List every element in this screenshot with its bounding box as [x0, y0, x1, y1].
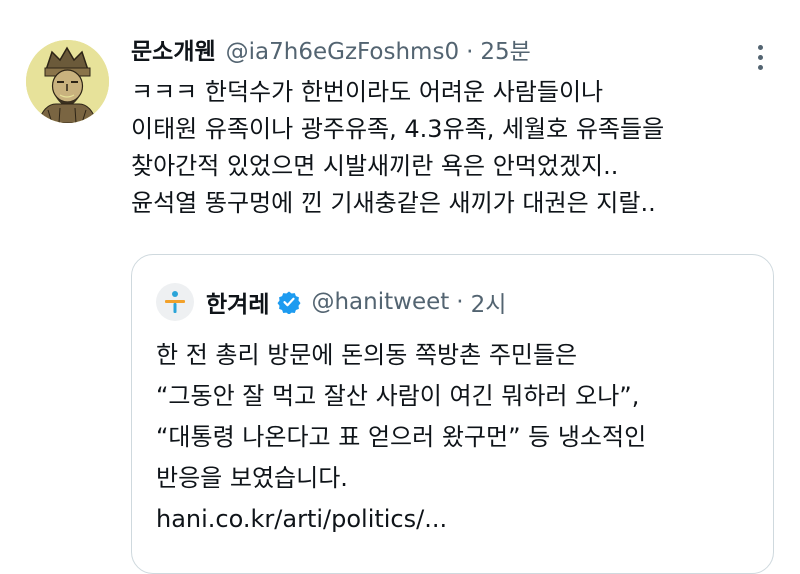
quoted-tweet-header: 한겨레 @hanitweet · 2시	[156, 283, 506, 321]
quoted-text-line: 반응을 보였습니다.	[156, 464, 348, 492]
verified-badge-icon	[277, 290, 301, 314]
quoted-tweet-text: 한 전 총리 방문에 돈의동 쪽방촌 주민들은 “그동안 잘 먹고 잘산 사람이…	[156, 335, 766, 540]
user-handle[interactable]: @ia7h6eGzFoshms0	[226, 36, 459, 68]
hankyoreh-logo-glyph	[165, 291, 185, 313]
tweet-text: ㅋㅋㅋ 한덕수가 한번이라도 어려운 사람들이나 이태원 유족이나 광주유족, …	[131, 74, 791, 222]
quoted-link[interactable]: hani.co.kr/arti/politics/...	[156, 499, 766, 540]
quoted-display-name[interactable]: 한겨레	[206, 285, 269, 319]
hankyoreh-logo-icon[interactable]	[156, 283, 194, 321]
quoted-text-line: “대통령 나온다고 표 얻으러 왔구먼” 등 냉소적인	[156, 423, 647, 451]
quoted-text-line: “그동안 잘 먹고 잘산 사람이 여긴 뭐하러 오나”,	[156, 382, 640, 410]
quoted-timestamp[interactable]: 2시	[471, 285, 507, 319]
tweet-text-line: 이태원 유족이나 광주유족, 4.3유족, 세월호 유족들을	[131, 115, 665, 143]
more-vertical-icon-dot	[757, 44, 763, 50]
quoted-tweet-card[interactable]: 한겨레 @hanitweet · 2시 한 전 총리 방문에 돈의동 쪽방촌 주…	[131, 254, 774, 574]
warrior-portrait-icon	[26, 40, 109, 123]
separator-dot: ·	[466, 39, 474, 65]
tweet-header: 문소개웬 @ia7h6eGzFoshms0 · 25분	[131, 36, 531, 68]
more-vertical-icon-dot	[757, 64, 763, 70]
tweet-text-line: 찾아간적 있었으면 시발새끼란 욕은 안먹었겠지..	[131, 152, 619, 180]
separator-dot: ·	[456, 289, 464, 315]
more-options-button[interactable]	[748, 40, 772, 74]
display-name[interactable]: 문소개웬	[131, 36, 216, 68]
more-vertical-icon-dot	[757, 54, 763, 60]
tweet-text-line: ㅋㅋㅋ 한덕수가 한번이라도 어려운 사람들이나	[131, 78, 604, 106]
user-avatar[interactable]	[26, 40, 109, 123]
quoted-text-line: 한 전 총리 방문에 돈의동 쪽방촌 주민들은	[156, 341, 578, 369]
quoted-user-handle[interactable]: @hanitweet	[311, 289, 449, 315]
timestamp[interactable]: 25분	[480, 36, 530, 68]
tweet-text-line: 윤석열 똥구멍에 낀 기새충같은 새끼가 대권은 지랄..	[131, 189, 656, 217]
